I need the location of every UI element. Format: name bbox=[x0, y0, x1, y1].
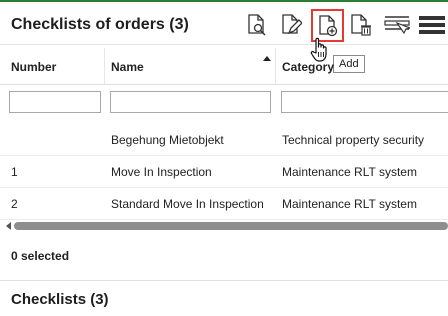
cell-name: Standard Move In Inspection bbox=[111, 197, 264, 211]
table-row[interactable]: 2 Standard Move In Inspection Maintenanc… bbox=[0, 187, 448, 220]
filter-name-input[interactable] bbox=[110, 91, 271, 113]
menu-icon bbox=[419, 16, 445, 34]
view-document-button[interactable] bbox=[243, 11, 271, 39]
cell-name: Begehung Mietobjekt bbox=[111, 133, 224, 147]
edit-document-button[interactable] bbox=[277, 11, 305, 39]
cell-category: Maintenance RLT system bbox=[282, 165, 417, 179]
filter-number-input[interactable] bbox=[9, 91, 101, 113]
cell-category: Technical property security bbox=[282, 133, 425, 147]
filter-list-icon bbox=[384, 16, 410, 35]
scroll-left-icon[interactable] bbox=[6, 222, 11, 230]
document-edit-icon bbox=[282, 14, 302, 35]
filter-category-input[interactable] bbox=[281, 91, 448, 113]
document-search-icon bbox=[248, 14, 266, 36]
document-delete-icon bbox=[351, 14, 371, 36]
column-header-category[interactable]: Category bbox=[282, 60, 334, 74]
section-divider bbox=[0, 280, 448, 281]
section-title: Checklists (3) bbox=[11, 291, 109, 308]
filter-list-button[interactable] bbox=[383, 11, 411, 39]
document-add-icon bbox=[318, 14, 337, 36]
cell-category: Maintenance RLT system bbox=[282, 197, 417, 211]
horizontal-scrollbar[interactable] bbox=[6, 222, 448, 230]
page-title: Checklists of orders (3) bbox=[11, 16, 189, 33]
table-header: Number Name Category bbox=[0, 46, 448, 85]
table-row[interactable]: 1 Move In Inspection Maintenance RLT sys… bbox=[0, 155, 448, 188]
cell-number: 1 bbox=[11, 165, 18, 179]
sort-ascending-icon[interactable] bbox=[263, 56, 271, 61]
column-divider[interactable] bbox=[104, 48, 105, 84]
column-header-number[interactable]: Number bbox=[11, 60, 56, 74]
more-menu-button[interactable] bbox=[418, 11, 446, 39]
scrollbar-thumb[interactable] bbox=[14, 222, 448, 230]
cell-name: Move In Inspection bbox=[111, 165, 212, 179]
table-row[interactable]: Begehung Mietobjekt Technical property s… bbox=[0, 123, 448, 156]
delete-document-button[interactable] bbox=[347, 11, 375, 39]
panel-header: Checklists of orders (3) bbox=[0, 2, 448, 45]
selection-count: 0 selected bbox=[11, 249, 70, 263]
column-header-name[interactable]: Name bbox=[111, 60, 144, 74]
column-divider[interactable] bbox=[275, 48, 276, 84]
cell-number: 2 bbox=[11, 197, 18, 211]
